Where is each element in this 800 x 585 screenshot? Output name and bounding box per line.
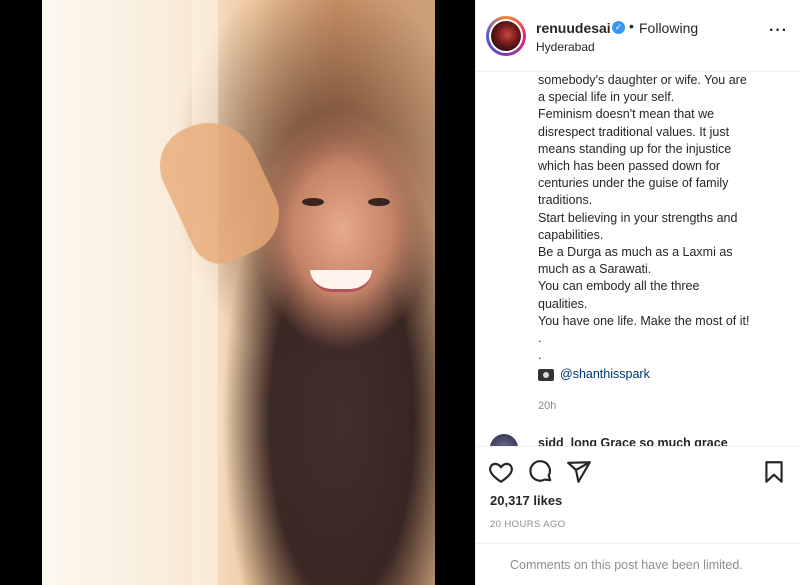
heart-icon xyxy=(489,462,513,484)
bookmark-icon xyxy=(765,461,783,483)
caption-line: You can embody all the three xyxy=(538,279,700,294)
caption-line: Start believing in your strengths and xyxy=(538,210,738,225)
caption-line: capabilities. xyxy=(538,227,604,242)
verified-badge-icon: ✓ xyxy=(612,21,625,34)
comment-preview: sidd_long Grace so much grace xyxy=(488,432,788,446)
following-button[interactable]: Following xyxy=(639,20,698,36)
photo-eye-left xyxy=(302,198,324,206)
like-button[interactable] xyxy=(488,459,514,485)
caption-line: which has been passed down for xyxy=(538,159,721,174)
avatar-image xyxy=(491,21,521,51)
caption-line: much as a Sarawati. xyxy=(538,262,652,277)
photo-frame-edge xyxy=(192,0,218,585)
post-photo[interactable] xyxy=(42,0,435,585)
post-timestamp[interactable]: 20 HOURS AGO xyxy=(490,519,566,530)
caption-line: disrespect traditional values. It just xyxy=(538,124,730,139)
header-separator: • xyxy=(629,18,634,34)
like-count[interactable]: 20,317 likes xyxy=(490,493,562,508)
caption-line: . xyxy=(538,348,542,363)
post-caption: somebody's daughter or wife. You are a sp… xyxy=(538,72,788,442)
photo-smile xyxy=(310,270,372,292)
caption-line: . xyxy=(538,331,542,346)
comment-icon xyxy=(529,460,552,482)
caption-line: centuries under the guise of family xyxy=(538,176,729,191)
comment-avatar[interactable] xyxy=(490,434,518,446)
caption-text: somebody's daughter or wife. You are a sp… xyxy=(538,72,788,364)
caption-line: a special life in your self. xyxy=(538,90,675,105)
camera-icon xyxy=(538,369,554,382)
share-icon xyxy=(567,461,591,483)
username-link[interactable]: renuudesai xyxy=(536,20,611,36)
post-sidebar: renuudesai ✓ • Following Hyderabad ··· s… xyxy=(475,0,800,585)
caption-line: traditions. xyxy=(538,193,593,208)
comment-text: sidd_long Grace so much grace xyxy=(538,436,728,446)
post-actions: 20,317 likes 20 HOURS AGO Comments on th… xyxy=(476,446,800,585)
caption-line: You have one life. Make the most of it! xyxy=(538,313,750,328)
photo-eye-right xyxy=(368,198,390,206)
save-button[interactable] xyxy=(761,459,787,485)
caption-timestamp[interactable]: 20h xyxy=(538,398,788,415)
caption-line: qualities. xyxy=(538,296,588,311)
post-media[interactable] xyxy=(0,0,475,585)
post-header: renuudesai ✓ • Following Hyderabad ··· xyxy=(476,0,800,72)
caption-line: somebody's daughter or wife. You are xyxy=(538,73,747,87)
photo-credit: @shanthisspark xyxy=(538,366,788,383)
caption-line: Be a Durga as much as a Laxmi as xyxy=(538,245,733,260)
share-button[interactable] xyxy=(566,459,592,485)
more-options-icon[interactable]: ··· xyxy=(769,22,788,40)
comment-button[interactable] xyxy=(528,459,554,485)
comments-limited-notice: Comments on this post have been limited. xyxy=(510,558,743,572)
comment-limit-bar: Comments on this post have been limited. xyxy=(476,543,800,585)
caption-line: means standing up for the injustice xyxy=(538,141,732,156)
avatar[interactable] xyxy=(486,16,526,56)
caption-line: Feminism doesn't mean that we xyxy=(538,107,715,122)
location-link[interactable]: Hyderabad xyxy=(536,40,595,54)
credit-mention-link[interactable]: @shanthisspark xyxy=(560,366,650,383)
